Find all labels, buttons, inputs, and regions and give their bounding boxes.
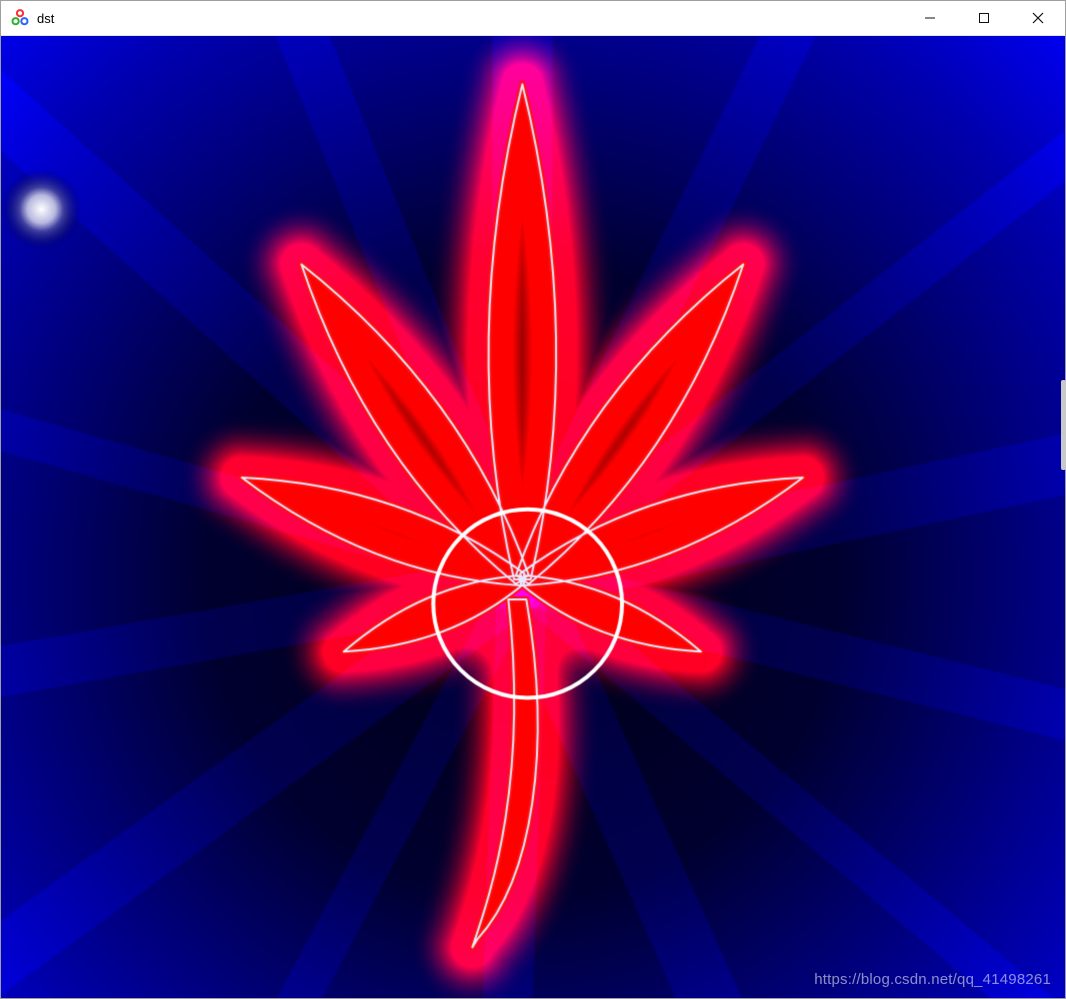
minimize-icon	[924, 12, 936, 24]
window-title: dst	[37, 11, 54, 26]
titlebar[interactable]: dst	[1, 1, 1065, 36]
close-button[interactable]	[1011, 1, 1065, 35]
image-viewport: https://blog.csdn.net/qq_41498261	[1, 36, 1065, 998]
opencv-icon	[11, 9, 29, 27]
app-window: dst https://blog.csdn.net/qq_41498261	[0, 0, 1066, 999]
page-scrollbar[interactable]	[1061, 380, 1066, 470]
maximize-button[interactable]	[957, 1, 1011, 35]
distance-transform-image	[1, 36, 1065, 998]
close-icon	[1032, 12, 1044, 24]
minimize-button[interactable]	[903, 1, 957, 35]
maximize-icon	[978, 12, 990, 24]
